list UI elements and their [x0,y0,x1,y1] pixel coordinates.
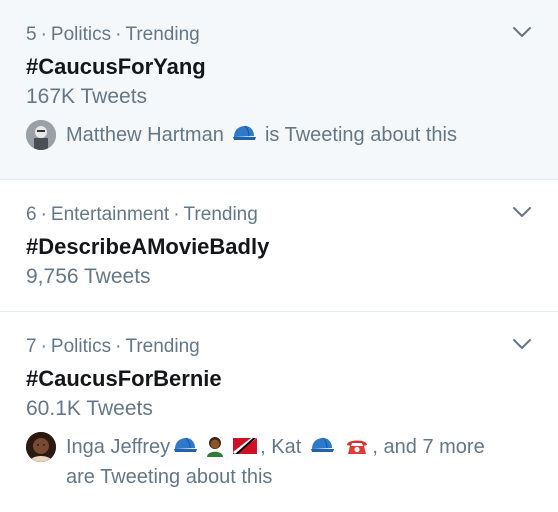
avatar[interactable] [26,432,56,462]
trend-item[interactable]: 6 · Entertainment · Trending #DescribeAMovie… [0,180,558,312]
separator-dot: · [115,336,122,357]
tweet-count: 167K Tweets [26,85,148,108]
separator-dot: · [173,204,180,225]
trend-meta: 7 · Politics · Trending [26,334,532,360]
chevron-down-icon[interactable] [512,338,532,352]
social-user-name[interactable]: Inga Jeffrey [66,436,170,458]
chevron-down-icon[interactable] [512,26,532,40]
social-tail: , and 7 more [372,436,485,458]
trend-rank: 5 [26,24,37,45]
trend-status: Trending [183,204,258,225]
trend-status: Trending [125,336,200,357]
tweet-count: 60.1K Tweets [26,397,153,420]
trend-category: Entertainment [50,204,170,225]
trend-status: Trending [125,24,200,45]
trend-meta: 5 · Politics · Trending [26,22,532,48]
trend-title[interactable]: #CaucusForYang [26,52,532,82]
chevron-down-icon[interactable] [512,206,532,220]
separator-dot: · [40,24,47,45]
social-user-name[interactable]: Matthew Hartman [66,124,224,146]
social-context: Inga Jeffrey , Kat , and 7 more are Twee… [26,432,532,492]
blue-cap-emoji [231,123,257,145]
trend-meta: 6 · Entertainment · Trending [26,202,532,228]
social-suffix: is Tweeting about this [264,124,457,146]
trinidad-flag-emoji [232,435,258,457]
social-separator: , [260,436,266,458]
trend-item[interactable]: 5 · Politics · Trending #CaucusForYang 167K … [0,0,558,180]
trend-rank: 7 [26,336,37,357]
avatar[interactable] [26,120,56,150]
blue-cap-emoji [172,435,198,457]
separator-dot: · [40,336,47,357]
trend-item[interactable]: 7 · Politics · Trending #CaucusForBernie 60.… [0,312,558,512]
trend-title[interactable]: #DescribeAMovieBadly [26,232,532,262]
trend-category: Politics [50,336,112,357]
blue-cap-emoji [309,435,335,457]
woman-emoji [202,435,228,457]
social-context: Matthew Hartman is Tweeting about this [26,120,532,150]
trend-rank: 6 [26,204,37,225]
trend-title[interactable]: #CaucusForBernie [26,364,532,394]
social-suffix: are Tweeting about this [66,466,273,488]
separator-dot: · [115,24,122,45]
trend-category: Politics [50,24,112,45]
telephone-emoji [344,435,370,457]
social-user-name[interactable]: Kat [271,436,301,458]
separator-dot: · [40,204,47,225]
tweet-count: 9,756 Tweets [26,265,151,288]
